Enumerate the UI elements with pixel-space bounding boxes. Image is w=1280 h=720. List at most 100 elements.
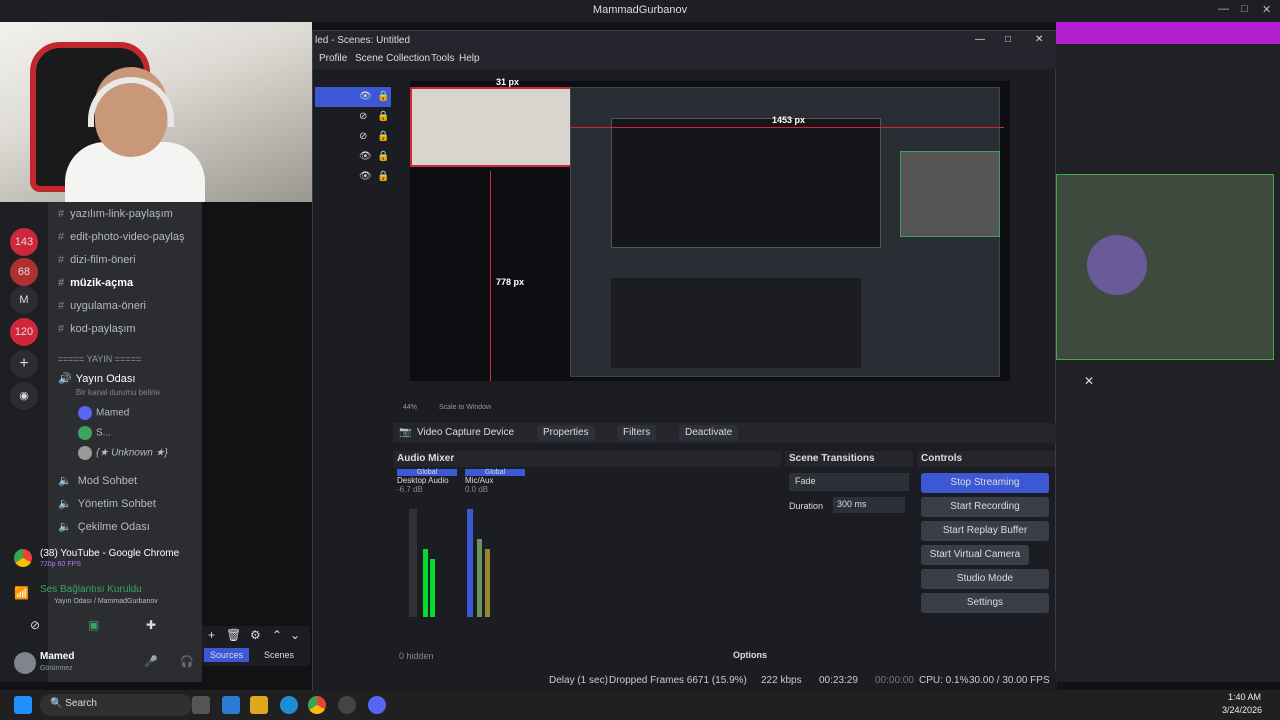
server-icon[interactable]: M [10, 286, 38, 314]
search-box[interactable]: 🔍 Search [40, 694, 192, 716]
menu-tools[interactable]: Tools [431, 53, 454, 64]
voice-channel[interactable]: 🔈 Çekilme Odası [58, 520, 202, 540]
start-recording-button[interactable]: Start Recording [921, 497, 1049, 517]
chevron-down-icon[interactable]: ⌄ [290, 628, 300, 642]
voice-channel-name: Mod Sohbet [77, 475, 138, 487]
menu-scene-collection[interactable]: Scene Collection [355, 53, 430, 64]
eye-icon[interactable]: 👁 [359, 151, 372, 163]
properties-button[interactable]: Properties [537, 425, 595, 441]
minimize-icon[interactable]: — [975, 34, 985, 45]
explorer-icon[interactable] [250, 696, 268, 714]
source-row[interactable]: ⊘ 🔒 [315, 107, 391, 127]
transition-select[interactable]: Fade [789, 473, 909, 491]
lock-icon[interactable]: 🔒 [377, 111, 389, 123]
server-icon[interactable]: 120 [10, 318, 38, 346]
close-icon[interactable]: ✕ [1262, 3, 1271, 16]
channel-item[interactable]: # yazılım-link-paylaşım [58, 208, 202, 228]
clock-time[interactable]: 1:40 AM [1228, 692, 1261, 702]
source-row[interactable]: 👁 🔒 [315, 87, 391, 107]
track-name[interactable]: Mic/Aux [465, 476, 525, 485]
track-name[interactable]: Desktop Audio [397, 476, 457, 485]
chrome-icon[interactable] [308, 696, 326, 714]
voice-channel-name: Çekilme Odası [77, 521, 150, 533]
store-icon[interactable] [222, 696, 240, 714]
tab-scenes[interactable]: Scenes [258, 648, 300, 662]
eye-icon[interactable]: 👁 [359, 171, 372, 183]
discover-icon[interactable]: ◉ [10, 382, 38, 410]
duration-input[interactable]: 300 ms [833, 497, 905, 513]
maximize-icon[interactable]: □ [1241, 3, 1248, 15]
lock-icon[interactable]: 🔒 [377, 151, 389, 163]
add-server-icon[interactable]: + [10, 350, 38, 378]
eye-icon[interactable]: 👁 [359, 91, 372, 103]
scene-transitions-title: Scene Transitions [785, 451, 913, 467]
chevron-up-icon[interactable]: ⌃ [272, 628, 282, 642]
taskview-icon[interactable] [192, 696, 210, 714]
headphones-icon[interactable]: 🎧 [180, 655, 194, 668]
stop-streaming-button[interactable]: Stop Streaming [921, 473, 1049, 493]
zoom-level[interactable]: 44% [403, 404, 417, 411]
add-icon[interactable]: + [208, 628, 215, 642]
studio-mode-button[interactable]: Studio Mode [921, 569, 1049, 589]
source-name: Video Capture Device [417, 427, 515, 438]
voice-member[interactable]: S... [78, 426, 198, 446]
trash-icon[interactable]: 🗑 [226, 628, 241, 642]
activities-icon[interactable]: ✚ [146, 618, 156, 632]
webcam-source-bounds[interactable] [410, 87, 572, 167]
mic-icon[interactable]: 🎤 [144, 655, 158, 668]
category-header[interactable]: ===== YAYIN ===== [58, 354, 202, 374]
channel-item[interactable]: # edit-photo-video-paylaş [58, 231, 202, 251]
lock-icon[interactable]: 🔒 [377, 91, 389, 103]
screen-share-icon[interactable]: ▣ [88, 618, 99, 632]
voice-channel[interactable]: 🔈 Yönetim Sohbet [58, 497, 202, 517]
channel-item[interactable]: # uygulama-öneri [58, 300, 202, 320]
server-icon[interactable]: 143 [10, 228, 38, 256]
avatar[interactable] [14, 652, 36, 674]
voice-member[interactable]: Mamed [78, 406, 198, 426]
start-replay-buffer-button[interactable]: Start Replay Buffer [921, 521, 1049, 541]
deactivate-button[interactable]: Deactivate [679, 425, 739, 441]
minimize-icon[interactable]: — [1218, 3, 1229, 15]
close-icon[interactable]: ✕ [1084, 374, 1094, 388]
eye-off-icon[interactable]: ⊘ [359, 131, 371, 143]
preview-canvas[interactable]: 31 px 1453 px 778 px [410, 77, 1010, 381]
clock-date[interactable]: 3/24/2026 [1222, 705, 1262, 715]
server-icon[interactable]: 68 [10, 258, 38, 286]
eye-off-icon[interactable]: ⊘ [359, 111, 371, 123]
gear-icon[interactable]: ⚙ [250, 628, 261, 642]
stream-preview-item[interactable]: (38) YouTube - Google Chrome 720p 60 FPS [14, 547, 204, 581]
close-icon[interactable]: ✕ [1035, 34, 1043, 45]
menu-help[interactable]: Help [459, 53, 480, 64]
source-row[interactable]: 👁 🔒 [315, 147, 391, 167]
member-name: S... [96, 427, 112, 439]
lock-icon[interactable]: 🔒 [377, 131, 389, 143]
voice-channel[interactable]: 🔈 Mod Sohbet [58, 474, 202, 494]
track-db: -6.7 dB [397, 485, 423, 494]
camera-off-icon[interactable]: ⊘ [30, 618, 40, 632]
maximize-icon[interactable]: □ [1005, 34, 1011, 45]
start-virtual-camera-button[interactable]: Start Virtual Camera [921, 545, 1029, 565]
source-row[interactable]: 👁 🔒 [315, 167, 391, 187]
source-row[interactable]: ⊘ 🔒 [315, 127, 391, 147]
settings-button[interactable]: Settings [921, 593, 1049, 613]
scale-mode[interactable]: Scale to Window [439, 404, 491, 411]
channel-item[interactable]: # kod-paylaşım [58, 323, 202, 343]
voice-member[interactable]: {★ Unknown ★} [78, 446, 198, 466]
lock-icon[interactable]: 🔒 [377, 171, 389, 183]
obs-icon[interactable] [338, 696, 356, 714]
mixer-options-button[interactable]: Options [733, 650, 767, 660]
channel-item[interactable]: # dizi-film-öneri [58, 254, 202, 274]
tab-sources[interactable]: Sources [204, 648, 250, 662]
menu-profile[interactable]: Profile [319, 53, 347, 64]
filters-button[interactable]: Filters [617, 425, 657, 441]
discord-icon[interactable] [368, 696, 386, 714]
voice-connection-sub[interactable]: Yayın Odası / MammadGurbanov [54, 598, 158, 605]
volume-slider[interactable] [467, 509, 473, 617]
volume-slider[interactable] [409, 509, 417, 617]
windows-start-icon[interactable] [14, 696, 32, 714]
edge-icon[interactable] [280, 696, 298, 714]
px-label-bottom: 778 px [496, 277, 525, 287]
voice-status-hint[interactable]: Bir kanal durumu belirle [76, 388, 202, 408]
channel-item[interactable]: # müzik-açma [58, 277, 202, 297]
voice-connection-label[interactable]: Ses Bağlantısı Kuruldu [40, 584, 142, 595]
